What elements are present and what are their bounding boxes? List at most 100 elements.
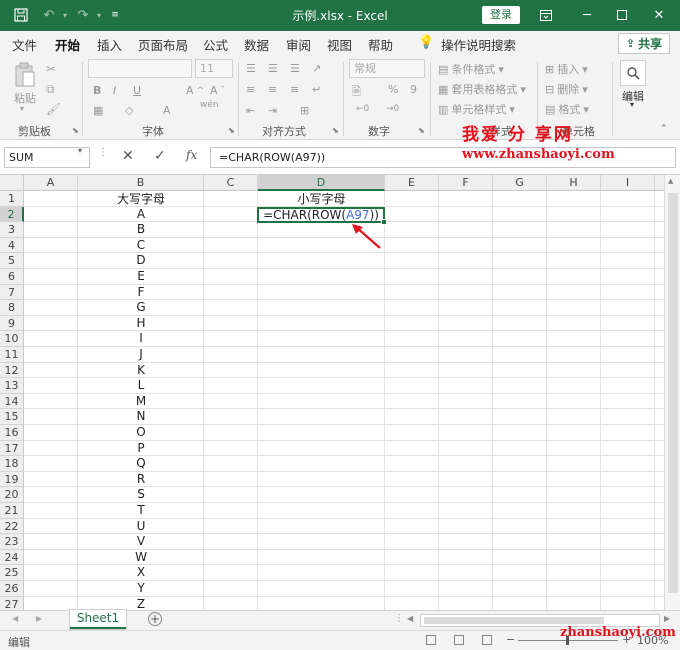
tab-home[interactable]: 开始 xyxy=(55,35,81,59)
cell-B6[interactable]: E xyxy=(78,269,204,285)
tab-file[interactable]: 文件 xyxy=(12,35,37,54)
cell-D1[interactable]: 小写字母 xyxy=(258,191,385,207)
align-middle-icon[interactable]: ☰ xyxy=(268,62,278,75)
align-left-icon[interactable]: ≡ xyxy=(246,83,255,96)
vertical-scroll-thumb[interactable] xyxy=(668,193,678,593)
page-layout-view-icon[interactable] xyxy=(454,635,464,645)
worksheet-grid[interactable]: A B C D E F G H I 1 2 A 3 B 4 C 5 D 6 E 7 F 8 G 9 H 10 I 11… xyxy=(0,175,680,610)
orientation-icon[interactable]: ↗ xyxy=(312,62,321,75)
ribbon-display-options-icon[interactable] xyxy=(533,4,559,26)
collapse-ribbon-icon[interactable]: ⌃ xyxy=(660,124,668,134)
row-header-13[interactable]: 13 xyxy=(0,378,24,394)
normal-view-icon[interactable] xyxy=(426,635,436,645)
column-header-F[interactable]: F xyxy=(439,175,493,191)
row-header-4[interactable]: 4 xyxy=(0,237,24,254)
cell-B20[interactable]: S xyxy=(78,487,204,503)
column-header-B[interactable]: B xyxy=(78,175,204,191)
row-header-26[interactable]: 26 xyxy=(0,581,24,597)
cell-B15[interactable]: N xyxy=(78,409,204,425)
tab-help[interactable]: 帮助 xyxy=(368,35,393,54)
column-header-E[interactable]: E xyxy=(385,175,439,191)
align-bottom-icon[interactable]: ☰ xyxy=(290,62,300,75)
scroll-left-icon[interactable]: ◀ xyxy=(407,614,413,623)
paste-dropdown-icon[interactable]: ▾ xyxy=(20,104,24,113)
row-header-11[interactable]: 11 xyxy=(0,347,24,363)
cell-B19[interactable]: R xyxy=(78,472,204,488)
row-header-3[interactable]: 3 xyxy=(0,222,24,238)
cell-B10[interactable]: I xyxy=(78,331,204,347)
tab-split-grip-icon[interactable]: ⋮ xyxy=(394,613,404,624)
row-header-17[interactable]: 17 xyxy=(0,440,24,457)
row-header-19[interactable]: 19 xyxy=(0,471,24,488)
italic-button[interactable]: I xyxy=(113,84,116,97)
clipboard-launcher-icon[interactable]: ⬊ xyxy=(72,126,79,135)
row-header-10[interactable]: 10 xyxy=(0,331,24,347)
horizontal-scroll-thumb[interactable] xyxy=(424,617,604,624)
cell-B9[interactable]: H xyxy=(78,316,204,332)
customize-quick-access-icon[interactable]: ≡ xyxy=(104,5,126,25)
accounting-format-icon[interactable]: 🗎 xyxy=(352,83,361,102)
row-header-5[interactable]: 5 xyxy=(0,253,24,269)
share-button[interactable]: ⇪ 共享 xyxy=(618,33,670,54)
cell-B11[interactable]: J xyxy=(78,347,204,363)
cell-B8[interactable]: G xyxy=(78,300,204,316)
row-header-15[interactable]: 15 xyxy=(0,409,24,425)
search-icon[interactable] xyxy=(620,60,646,86)
row-header-25[interactable]: 25 xyxy=(0,565,24,581)
cell-B7[interactable]: F xyxy=(78,285,204,301)
row-header-9[interactable]: 9 xyxy=(0,315,24,332)
row-header-24[interactable]: 24 xyxy=(0,549,24,566)
tab-data[interactable]: 数据 xyxy=(244,35,269,54)
row-header-27[interactable]: 27 xyxy=(0,596,24,610)
increase-decimal-icon[interactable]: ←0 xyxy=(356,104,369,114)
column-header-D[interactable]: D xyxy=(258,175,385,191)
row-header-20[interactable]: 20 xyxy=(0,487,24,503)
font-color-icon[interactable]: A xyxy=(163,104,171,117)
paste-button[interactable]: 粘贴 xyxy=(14,90,36,106)
row-header-12[interactable]: 12 xyxy=(0,362,24,379)
maximize-icon[interactable] xyxy=(609,4,635,26)
cell-B2[interactable]: A xyxy=(78,207,204,223)
vertical-scrollbar[interactable]: ▲ xyxy=(664,175,680,610)
tell-me-search[interactable]: 操作说明搜索 xyxy=(441,35,516,54)
decrease-decimal-icon[interactable]: →0 xyxy=(386,104,399,114)
row-header-6[interactable]: 6 xyxy=(0,269,24,285)
zoom-out-icon[interactable]: − xyxy=(506,633,515,646)
tab-view[interactable]: 视图 xyxy=(327,35,352,54)
delete-cells-button[interactable]: ⊟ 删除 ▾ xyxy=(545,81,588,97)
number-launcher-icon[interactable]: ⬊ xyxy=(418,126,425,135)
font-size-dropdown[interactable]: 11 xyxy=(195,59,233,78)
decrease-indent-icon[interactable]: ⇤ xyxy=(246,104,255,117)
cell-B16[interactable]: O xyxy=(78,425,204,441)
close-icon[interactable]: ✕ xyxy=(646,4,672,26)
save-icon[interactable] xyxy=(10,5,32,25)
scroll-up-icon[interactable]: ▲ xyxy=(668,177,673,185)
phonetic-icon[interactable]: wén xyxy=(200,100,219,110)
cell-B1[interactable]: 大写字母 xyxy=(78,191,204,207)
active-cell-D2[interactable]: =CHAR(ROW(A97)) xyxy=(257,207,385,223)
row-header-21[interactable]: 21 xyxy=(0,503,24,519)
login-button[interactable]: 登录 xyxy=(482,6,520,24)
cut-icon[interactable]: ✂ xyxy=(46,62,56,76)
cell-B27[interactable]: Z xyxy=(78,597,204,610)
page-break-view-icon[interactable] xyxy=(482,635,492,645)
cancel-entry-icon[interactable]: ✕ xyxy=(122,148,134,164)
sheet-tab-sheet1[interactable]: Sheet1 xyxy=(70,610,126,629)
increase-indent-icon[interactable]: ⇥ xyxy=(268,104,277,117)
column-header-G[interactable]: G xyxy=(493,175,547,191)
name-box-dropdown-icon[interactable]: ▾ xyxy=(78,146,82,155)
cell-styles-button[interactable]: ▥ 单元格样式 ▾ xyxy=(438,101,515,117)
percent-button[interactable]: % xyxy=(388,83,398,96)
select-all-corner[interactable] xyxy=(0,175,24,191)
next-sheet-icon[interactable]: ▶ xyxy=(36,614,42,623)
row-header-22[interactable]: 22 xyxy=(0,518,24,535)
insert-function-icon[interactable]: fx xyxy=(186,148,197,162)
insert-cells-button[interactable]: ⊞ 插入 ▾ xyxy=(545,61,588,77)
increase-font-icon[interactable]: A ^ xyxy=(186,84,204,97)
column-header-H[interactable]: H xyxy=(547,175,601,191)
align-center-icon[interactable]: ≡ xyxy=(268,83,277,96)
cell-B24[interactable]: W xyxy=(78,550,204,566)
underline-button[interactable]: U xyxy=(133,84,141,97)
prev-sheet-icon[interactable]: ◀ xyxy=(12,614,18,623)
row-header-16[interactable]: 16 xyxy=(0,425,24,441)
